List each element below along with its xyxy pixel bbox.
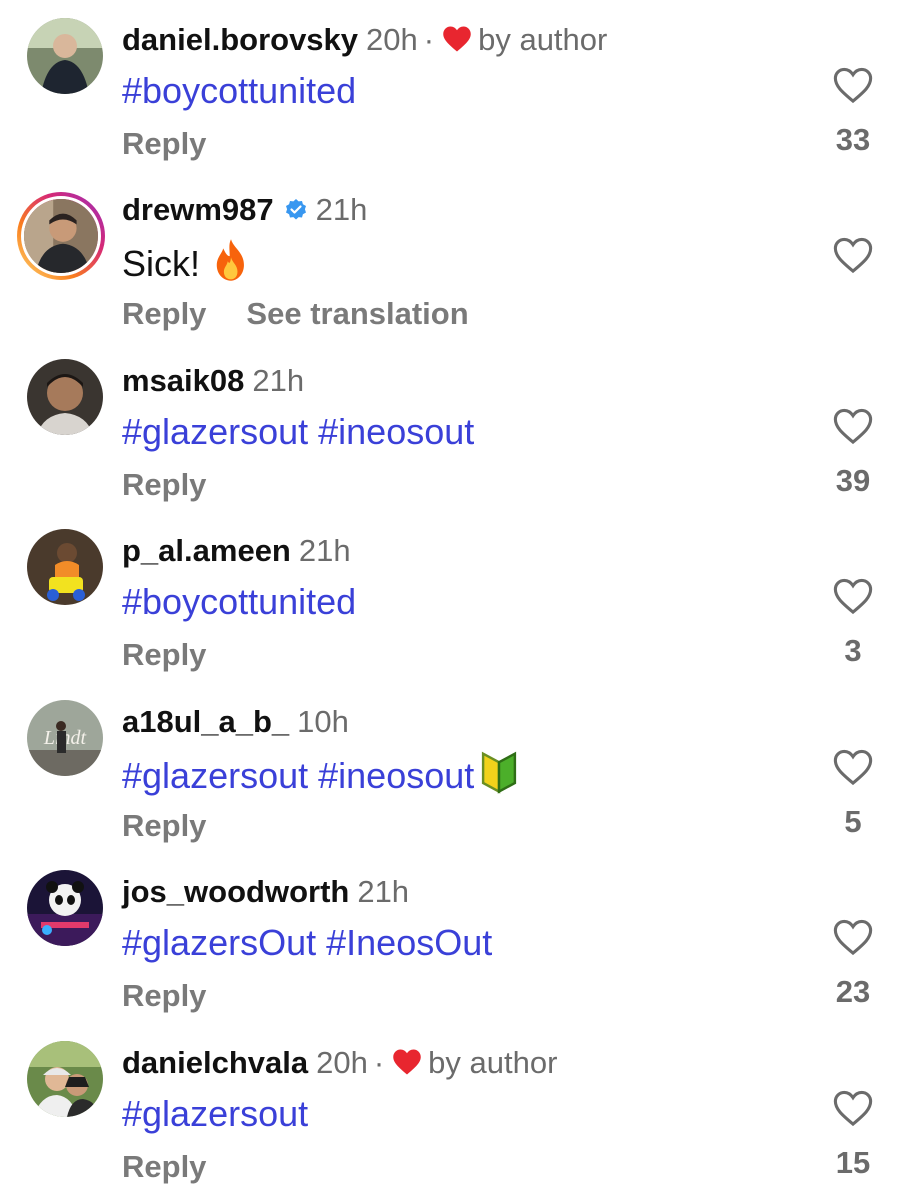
- comment-text: #glazersout: [122, 1091, 308, 1137]
- avatar[interactable]: [27, 359, 103, 435]
- like-count: 23: [835, 974, 871, 1009]
- comment-username[interactable]: drewm987: [122, 192, 274, 227]
- heart-icon[interactable]: [832, 407, 874, 445]
- verified-badge-icon: [285, 199, 306, 220]
- like-count: 3: [844, 633, 862, 668]
- see-translation-button[interactable]: See translation: [246, 296, 468, 331]
- hashtag-link[interactable]: #IneosOut: [326, 922, 492, 963]
- comment-time: 10h: [297, 704, 349, 739]
- hashtag-link[interactable]: #boycottunited: [122, 581, 356, 622]
- like-count: 15: [835, 1145, 871, 1180]
- comment-item: Lindt a18ul_a_b_10h #glazersout #ineosou…: [0, 682, 918, 852]
- like-count: 5: [844, 804, 862, 839]
- avatar[interactable]: [17, 192, 105, 280]
- comment-item: jos_woodworth 21h #glazersOut #IneosOut R…: [0, 852, 918, 1022]
- avatar[interactable]: [27, 18, 103, 94]
- hashtag-link[interactable]: #ineosout: [318, 755, 474, 796]
- heart-icon[interactable]: [832, 1089, 874, 1127]
- reply-button[interactable]: Reply: [122, 467, 206, 502]
- hashtag-link[interactable]: #boycottunited: [122, 70, 356, 111]
- hashtag-link[interactable]: #ineosout: [318, 411, 474, 452]
- comment-item: danielchvala 20h · by author #glazersout Re…: [0, 1023, 918, 1193]
- reply-button[interactable]: Reply: [122, 637, 206, 672]
- comment-item: msaik08 21h #glazersout #ineosout Reply 3…: [0, 341, 918, 511]
- avatar[interactable]: [27, 529, 103, 605]
- comment-username[interactable]: daniel.borovsky: [122, 22, 358, 57]
- comment-item: daniel.borovsky 20h · by author #boycottuni…: [0, 0, 918, 170]
- heart-icon[interactable]: [832, 236, 874, 274]
- comment-text: Sick!: [122, 238, 252, 287]
- hashtag-link[interactable]: #glazersout: [122, 1093, 308, 1134]
- comment-text: #glazersout #ineosout: [122, 750, 520, 799]
- comment-item: p_al.ameen 21h #boycottunited Reply 3: [0, 511, 918, 681]
- heart-icon[interactable]: [832, 577, 874, 615]
- hashtag-link[interactable]: #glazersout: [122, 755, 308, 796]
- comment-time: 21h: [252, 363, 305, 398]
- avatar[interactable]: Lindt: [27, 700, 103, 776]
- comment-time: 21h: [315, 192, 368, 227]
- avatar[interactable]: [27, 870, 103, 946]
- comment-time: 21h: [357, 874, 410, 909]
- comment-text: #boycottunited: [122, 68, 356, 114]
- by-author-label: by author: [428, 1045, 558, 1080]
- author-liked-heart-icon: [443, 26, 471, 52]
- comment-username[interactable]: a18ul_a_b_: [122, 704, 289, 739]
- separator-dot: ·: [423, 22, 435, 57]
- separator-dot: ·: [373, 1045, 385, 1080]
- reply-button[interactable]: Reply: [122, 296, 206, 331]
- reply-button[interactable]: Reply: [122, 126, 206, 161]
- heart-icon[interactable]: [832, 66, 874, 104]
- comment-time: 21h: [298, 533, 351, 568]
- comment-item: drewm987 21h Sick! Reply See translation: [0, 170, 918, 340]
- reply-button[interactable]: Reply: [122, 1149, 206, 1184]
- reply-button[interactable]: Reply: [122, 808, 206, 843]
- comment-time: 20h: [366, 22, 418, 57]
- comment-time: 20h: [316, 1045, 368, 1080]
- reply-button[interactable]: Reply: [122, 978, 206, 1013]
- hashtag-link[interactable]: #glazersout: [122, 411, 308, 452]
- comment-text: #boycottunited: [122, 579, 356, 625]
- comment-text: #glazersout #ineosout: [122, 409, 474, 455]
- by-author-label: by author: [478, 22, 608, 57]
- comment-username[interactable]: p_al.ameen: [122, 533, 291, 568]
- hashtag-link[interactable]: #glazersOut: [122, 922, 316, 963]
- fire-emoji-icon: [216, 239, 244, 281]
- comment-username[interactable]: msaik08: [122, 363, 244, 398]
- comment-username[interactable]: jos_woodworth: [122, 874, 349, 909]
- comment-text: #glazersOut #IneosOut: [122, 920, 492, 966]
- avatar[interactable]: [27, 1041, 103, 1117]
- heart-icon[interactable]: [832, 918, 874, 956]
- like-count: 39: [835, 463, 871, 498]
- like-count: 33: [835, 122, 871, 157]
- heart-icon[interactable]: [832, 748, 874, 786]
- author-liked-heart-icon: [393, 1049, 421, 1075]
- comment-username[interactable]: danielchvala: [122, 1045, 308, 1080]
- beginner-emoji-icon: [482, 751, 517, 794]
